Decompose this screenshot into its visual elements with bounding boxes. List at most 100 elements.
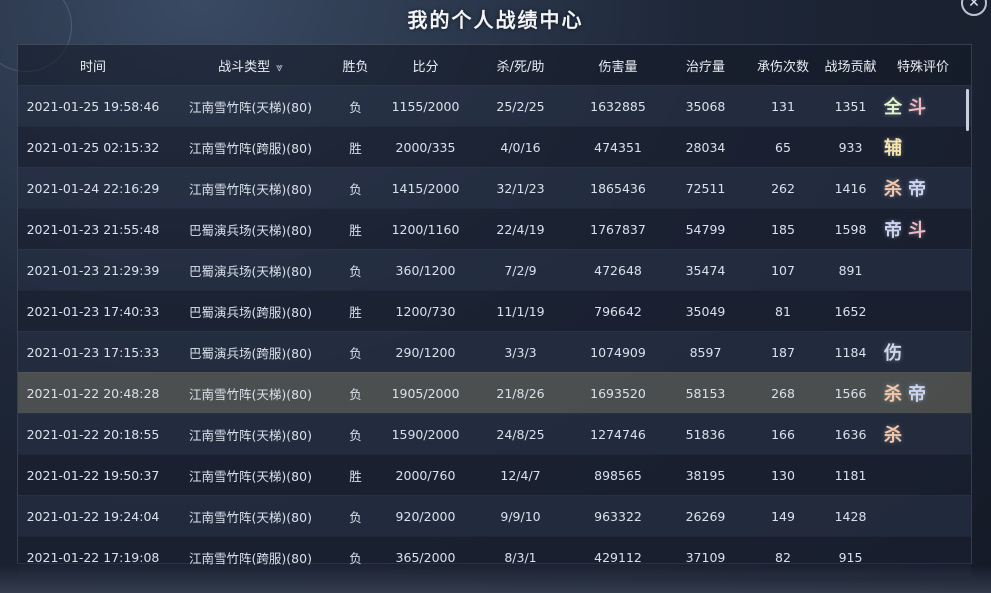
row-hits-taken: 166 (771, 426, 795, 442)
row-damage: 474351 (594, 139, 642, 155)
bottom-ornament (0, 565, 991, 593)
row-battle-type: 江南雪竹阵(跨服)(80) (189, 550, 312, 566)
row-damage: 898565 (594, 467, 642, 483)
header-kda: 杀/死/助 (496, 59, 545, 75)
eval-badge[interactable]: 帝 (908, 380, 926, 406)
row-time: 2021-01-23 21:55:48 (26, 221, 160, 237)
row-time: 2021-01-25 19:58:46 (26, 98, 160, 114)
row-kda: 24/8/25 (496, 426, 545, 442)
table-row[interactable]: 2021-01-25 02:15:32 江南雪竹阵(跨服)(80) 胜 2000/33… (18, 126, 971, 167)
row-result: 胜 (349, 222, 362, 238)
eval-badge[interactable]: 杀 (884, 380, 902, 406)
eval-badge[interactable]: 全 (884, 93, 902, 119)
row-kda: 9/9/10 (500, 508, 541, 524)
scrollbar-thumb[interactable] (966, 89, 969, 131)
row-damage: 472648 (594, 262, 642, 278)
row-contribution: 1351 (834, 98, 867, 114)
eval-badge[interactable]: 伤 (884, 339, 902, 365)
table-row[interactable]: 2021-01-23 17:40:33 巴蜀演兵场(跨服)(80) 胜 1200/73… (18, 290, 971, 331)
row-score: 1200/1160 (391, 221, 460, 237)
eval-badge[interactable]: 斗 (908, 216, 926, 242)
row-kda: 25/2/25 (496, 98, 545, 114)
row-contribution: 933 (838, 139, 863, 155)
row-kda: 22/4/19 (496, 221, 545, 237)
eval-badge[interactable]: 杀 (884, 175, 902, 201)
header-damage: 伤害量 (598, 59, 638, 75)
row-hits-taken: 82 (775, 549, 791, 565)
row-hits-taken: 187 (771, 344, 795, 360)
eval-badge[interactable]: 辅 (884, 134, 902, 160)
row-heal: 35474 (685, 262, 726, 278)
row-damage: 429112 (594, 549, 642, 565)
row-special-eval: 杀 (878, 421, 968, 447)
row-battle-type: 江南雪竹阵(天梯)(80) (189, 509, 312, 525)
row-special-eval: 辅 (878, 134, 968, 160)
table-row[interactable]: 2021-01-22 20:18:55 江南雪竹阵(天梯)(80) 负 1590/20… (18, 413, 971, 454)
row-result: 负 (349, 550, 362, 566)
header-score: 比分 (412, 59, 439, 75)
table-row[interactable]: 2021-01-25 19:58:46 江南雪竹阵(天梯)(80) 负 1155/20… (18, 85, 971, 126)
row-time: 2021-01-24 22:16:29 (26, 180, 160, 196)
table-row[interactable]: 2021-01-22 19:24:04 江南雪竹阵(天梯)(80) 负 920/200… (18, 495, 971, 536)
row-time: 2021-01-23 21:29:39 (26, 262, 160, 278)
row-heal: 51836 (685, 426, 726, 442)
row-damage: 1767837 (590, 221, 646, 237)
row-kda: 11/1/19 (496, 303, 545, 319)
header-result: 胜负 (342, 59, 369, 75)
row-score: 365/2000 (395, 549, 456, 565)
table-row[interactable]: 2021-01-22 19:50:37 江南雪竹阵(天梯)(80) 胜 2000/76… (18, 454, 971, 495)
row-battle-type: 江南雪竹阵(跨服)(80) (189, 140, 312, 156)
header-battle-type[interactable]: 战斗类型 ⩔ (168, 56, 333, 75)
row-contribution: 1652 (834, 303, 867, 319)
row-contribution: 1428 (834, 508, 867, 524)
table-row[interactable]: 2021-01-23 21:29:39 巴蜀演兵场(天梯)(80) 负 360/120… (18, 249, 971, 290)
row-contribution: 1598 (834, 221, 867, 237)
table-row[interactable]: 2021-01-24 22:16:29 江南雪竹阵(天梯)(80) 负 1415/20… (18, 167, 971, 208)
row-contribution: 1566 (834, 385, 867, 401)
row-battle-type: 江南雪竹阵(天梯)(80) (189, 99, 312, 115)
row-heal: 35068 (685, 98, 726, 114)
row-hits-taken: 131 (771, 98, 795, 114)
eval-badge[interactable]: 帝 (884, 216, 902, 242)
row-time: 2021-01-25 02:15:32 (26, 139, 160, 155)
eval-badge[interactable]: 帝 (908, 175, 926, 201)
row-contribution: 1184 (834, 344, 867, 360)
row-score: 1155/2000 (391, 98, 460, 114)
row-heal: 58153 (685, 385, 726, 401)
row-hits-taken: 149 (771, 508, 795, 524)
row-result: 负 (349, 386, 362, 402)
eval-badge[interactable]: 斗 (908, 93, 926, 119)
row-hits-taken: 107 (771, 262, 795, 278)
table-row[interactable]: 2021-01-23 21:55:48 巴蜀演兵场(天梯)(80) 胜 1200/11… (18, 208, 971, 249)
row-result: 负 (349, 345, 362, 361)
row-battle-type: 江南雪竹阵(天梯)(80) (189, 427, 312, 443)
row-contribution: 1636 (834, 426, 867, 442)
row-hits-taken: 262 (771, 180, 795, 196)
close-icon: ✕ (968, 0, 980, 11)
row-time: 2021-01-22 20:18:55 (26, 426, 160, 442)
row-battle-type: 江南雪竹阵(天梯)(80) (189, 181, 312, 197)
row-special-eval: 杀帝 (878, 380, 968, 406)
row-result: 胜 (349, 304, 362, 320)
row-contribution: 1416 (834, 180, 867, 196)
table-row[interactable]: 2021-01-22 20:48:28 江南雪竹阵(天梯)(80) 负 1905/20… (18, 372, 971, 413)
row-hits-taken: 65 (775, 139, 791, 155)
row-contribution: 915 (838, 549, 863, 565)
row-contribution: 891 (838, 262, 863, 278)
table-row[interactable]: 2021-01-23 17:15:33 巴蜀演兵场(跨服)(80) 负 290/120… (18, 331, 971, 372)
row-time: 2021-01-22 17:19:08 (26, 549, 160, 565)
row-special-eval: 帝斗 (878, 216, 968, 242)
row-hits-taken: 268 (771, 385, 795, 401)
eval-badge[interactable]: 杀 (884, 421, 902, 447)
row-time: 2021-01-23 17:15:33 (26, 344, 160, 360)
filter-dropdown-icon[interactable]: ⩔ (276, 60, 283, 75)
row-time: 2021-01-22 19:24:04 (26, 508, 160, 524)
row-score: 360/1200 (395, 262, 456, 278)
records-list: 2021-01-25 19:58:46 江南雪竹阵(天梯)(80) 负 1155/20… (18, 85, 971, 577)
row-score: 1415/2000 (391, 180, 460, 196)
row-heal: 54799 (685, 221, 726, 237)
row-battle-type: 巴蜀演兵场(天梯)(80) (189, 263, 312, 279)
header-contribution: 战场贡献 (824, 59, 877, 75)
row-kda: 4/0/16 (500, 139, 541, 155)
row-battle-type: 巴蜀演兵场(跨服)(80) (189, 304, 312, 320)
